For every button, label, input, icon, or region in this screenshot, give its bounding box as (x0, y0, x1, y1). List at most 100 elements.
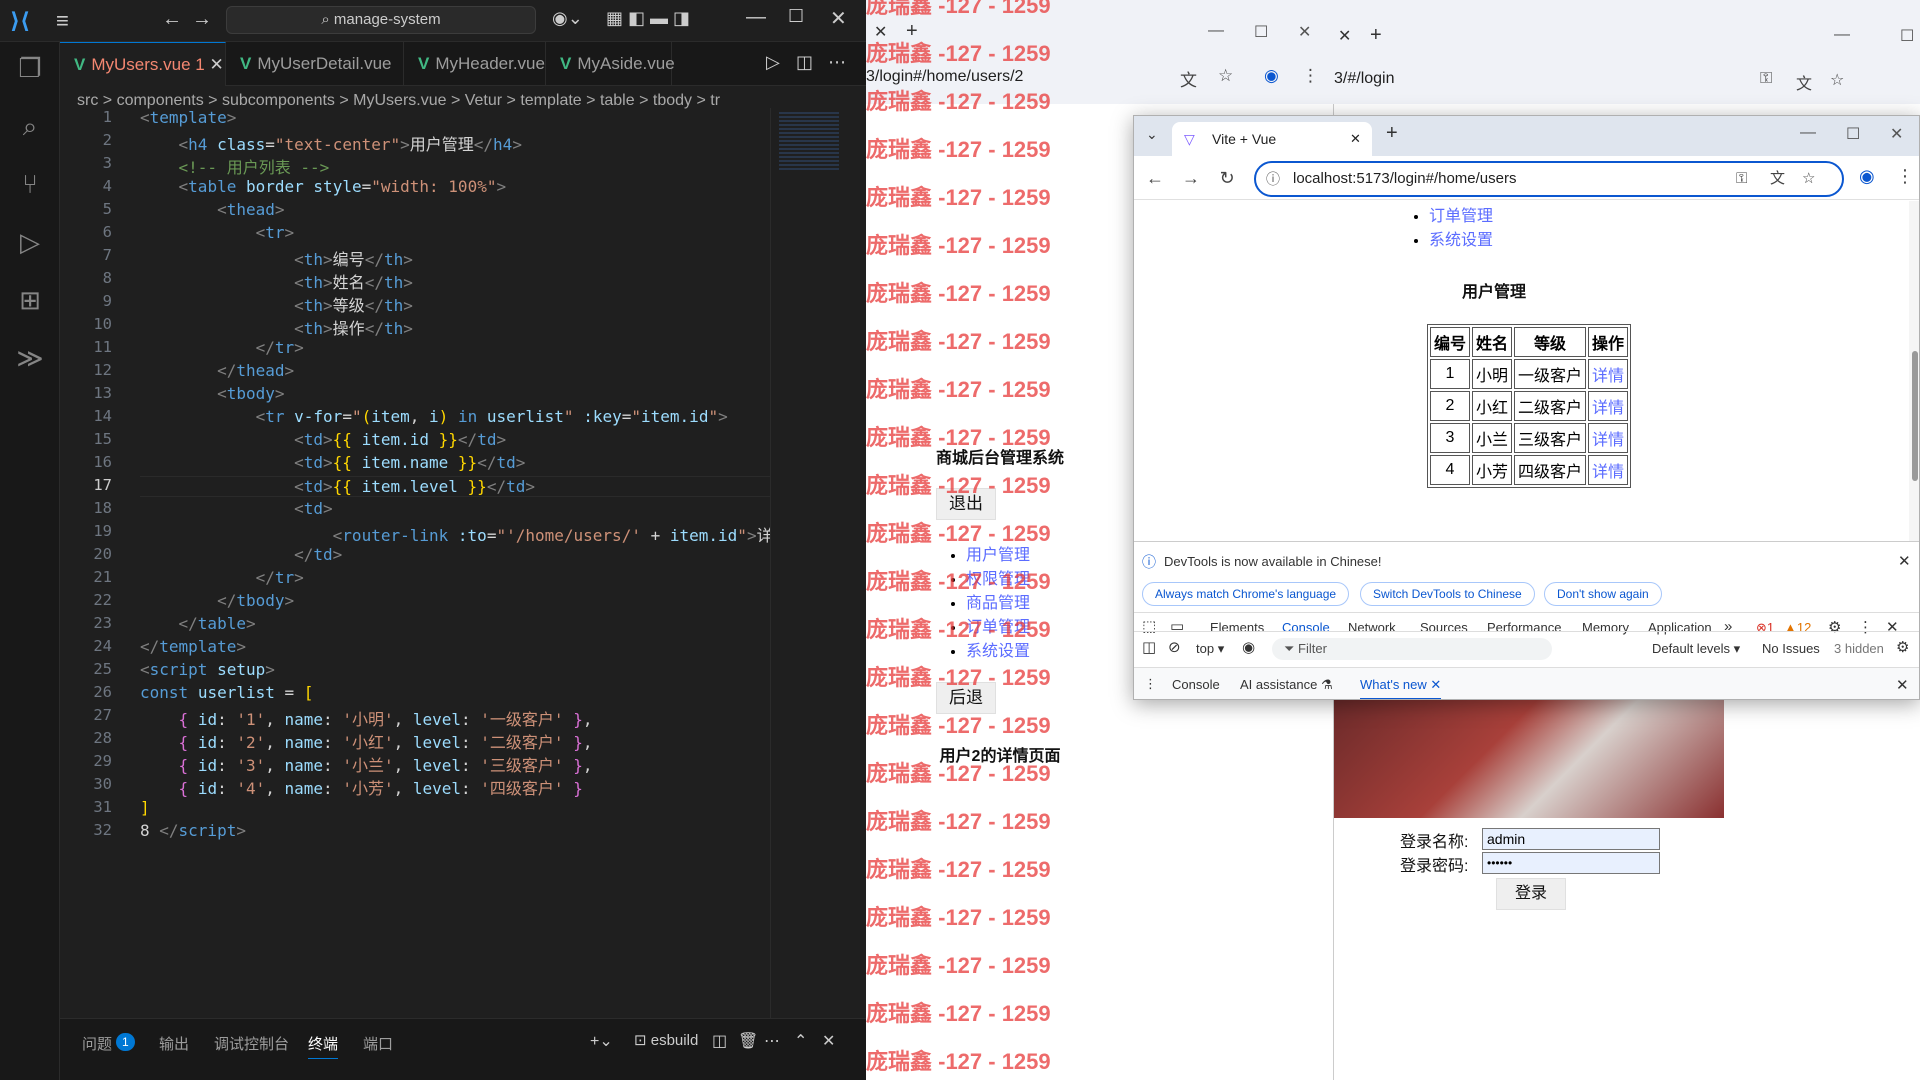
devtools-tab-elements[interactable]: Elements (1210, 620, 1264, 635)
more-icon[interactable]: ⋯ (828, 52, 846, 73)
menu-icon[interactable]: ≡ (56, 8, 69, 34)
context-selector[interactable]: top ▾ (1196, 641, 1224, 657)
devtools-tab-memory[interactable]: Memory (1582, 620, 1629, 635)
search-icon[interactable]: ⌕ (12, 108, 48, 144)
explorer-icon[interactable]: ❐ (12, 50, 48, 86)
panel-tab-problems[interactable]: 问题 (82, 1033, 112, 1054)
forward-icon[interactable]: → (1178, 168, 1204, 189)
devtools-tab-performance[interactable]: Performance (1487, 620, 1561, 635)
close-tab-icon[interactable]: ✕ (1430, 677, 1441, 692)
dont-show-button[interactable]: Don't show again (1544, 582, 1662, 606)
close-icon[interactable]: ✕ (1890, 124, 1903, 144)
sidebar-toggle-icon[interactable]: ◫ (1142, 638, 1156, 656)
maximize-icon[interactable]: ☐ (788, 6, 804, 27)
devtools-tab-network[interactable]: Network (1348, 620, 1396, 635)
split-editor-icon[interactable]: ◫ (796, 52, 813, 73)
remote-icon[interactable]: ≫ (12, 340, 48, 376)
close-panel-icon[interactable]: ✕ (822, 1031, 835, 1051)
devtools-tab-application[interactable]: Application (1648, 620, 1712, 635)
star-icon[interactable]: ☆ (1802, 163, 1815, 195)
close-icon[interactable]: ✕ (830, 6, 847, 31)
login-button[interactable]: 登录 (1496, 878, 1566, 910)
forward-icon[interactable]: → (192, 8, 212, 31)
panel-tab-output[interactable]: 输出 (159, 1033, 189, 1054)
address-bar[interactable]: ⓘ localhost:5173/login#/home/users ⚿ 文 ☆ (1254, 161, 1844, 197)
layout-icon[interactable]: ▦ ◧ ▬ ◨ (606, 8, 690, 29)
device-toolbar-icon[interactable]: ▭ (1170, 617, 1184, 635)
minimize-icon[interactable]: — (1834, 26, 1850, 44)
new-tab-icon[interactable]: + (1370, 24, 1382, 47)
minimize-icon[interactable]: — (1208, 22, 1224, 40)
new-tab-icon[interactable]: + (1386, 122, 1398, 145)
devtools-tab-sources[interactable]: Sources (1420, 620, 1468, 635)
reload-icon[interactable]: ↻ (1214, 168, 1240, 189)
more-tabs-icon[interactable]: » (1724, 618, 1732, 635)
run-debug-icon[interactable]: ▷ (12, 224, 48, 260)
page-scrollbar[interactable] (1909, 201, 1919, 541)
trash-icon[interactable]: 🗑 (738, 1031, 758, 1051)
address-bar[interactable]: 3/#/login (1334, 70, 1395, 88)
login-password-input[interactable]: •••••• (1482, 852, 1660, 874)
devtools-menu-icon[interactable]: ⋮ (1858, 618, 1873, 636)
login-name-input[interactable]: admin (1482, 828, 1660, 850)
switch-chinese-button[interactable]: Switch DevTools to Chinese (1360, 582, 1535, 606)
maximize-panel-icon[interactable]: ⌃ (794, 1031, 807, 1051)
extensions-icon[interactable]: ⊞ (12, 282, 48, 318)
detail-link[interactable]: 详情 (1588, 359, 1629, 389)
drawer-tab-ai[interactable]: AI assistance ⚗ (1240, 677, 1333, 693)
maximize-icon[interactable]: ☐ (1900, 26, 1914, 46)
clear-console-icon[interactable]: ⊘ (1168, 638, 1181, 656)
tab-myusers[interactable]: V MyUsers.vue 1 ✕ (60, 42, 226, 86)
minimap[interactable] (770, 108, 850, 1028)
scrollbar-thumb[interactable] (1912, 351, 1918, 481)
detail-link[interactable]: 详情 (1588, 455, 1629, 485)
tab-myheader[interactable]: V MyHeader.vue (404, 42, 546, 86)
close-tab-icon[interactable]: ✕ (1338, 26, 1351, 46)
tab-myaside[interactable]: V MyAside.vue (546, 42, 675, 86)
panel-tab-ports[interactable]: 端口 (363, 1033, 393, 1054)
settings-gear-icon[interactable]: ⚙ (1828, 618, 1841, 636)
run-icon[interactable]: ▷ (766, 52, 780, 73)
detail-link[interactable]: 详情 (1588, 423, 1629, 453)
tab-myuserdetail[interactable]: V MyUserDetail.vue (226, 42, 404, 86)
eye-icon[interactable]: ◉ (1242, 638, 1255, 656)
source-control-icon[interactable]: ⑂ (12, 166, 48, 202)
back-icon[interactable]: ← (162, 8, 182, 31)
close-icon[interactable]: ✕ (1298, 22, 1311, 42)
panel-tab-terminal[interactable]: 终端 (308, 1033, 339, 1059)
detail-link[interactable]: 详情 (1588, 391, 1629, 421)
split-terminal-icon[interactable]: ◫ (712, 1031, 727, 1051)
minimize-icon[interactable]: — (746, 6, 766, 29)
add-terminal-icon[interactable]: +⌄ (590, 1031, 613, 1051)
kebab-menu-icon[interactable]: ⋮ (1896, 166, 1914, 187)
close-notice-icon[interactable]: ✕ (1898, 552, 1911, 570)
menu-link[interactable]: 系统设置 (1429, 232, 1493, 249)
tab-search-icon[interactable]: ⌄ (1146, 126, 1158, 143)
more-icon[interactable]: ⋯ (764, 1031, 780, 1051)
back-icon[interactable]: ← (1142, 168, 1168, 189)
drawer-menu-icon[interactable]: ⋮ (1144, 676, 1157, 692)
command-center-search[interactable]: ⌕ manage-system (226, 6, 536, 34)
menu-item-settings[interactable]: 系统设置 (1429, 229, 1493, 253)
profile-icon[interactable]: ◉ (1264, 66, 1279, 86)
menu-link[interactable]: 订单管理 (1429, 208, 1493, 225)
close-drawer-icon[interactable]: ✕ (1896, 676, 1909, 694)
browser-tab[interactable]: ▽ Vite + Vue ✕ (1172, 122, 1372, 156)
terminal-selector[interactable]: ⊡ esbuild (634, 1031, 698, 1049)
menu-item-orders[interactable]: 订单管理 (1429, 205, 1493, 229)
match-language-button[interactable]: Always match Chrome's language (1142, 582, 1350, 606)
translate-icon[interactable]: 文 (1796, 70, 1812, 94)
maximize-icon[interactable]: ☐ (1846, 124, 1860, 144)
close-tab-icon[interactable]: ✕ (1350, 122, 1361, 156)
copilot-icon[interactable]: ◉⌄ (552, 8, 583, 29)
kebab-menu-icon[interactable]: ⋮ (1302, 66, 1319, 86)
close-tab-icon[interactable]: ✕ (209, 55, 223, 74)
key-icon[interactable]: ⚿ (1736, 163, 1747, 195)
profile-icon[interactable]: ◉ (1859, 166, 1875, 187)
star-icon[interactable]: ☆ (1218, 66, 1233, 86)
maximize-icon[interactable]: ☐ (1254, 22, 1268, 42)
translate-icon[interactable]: 文 (1770, 163, 1785, 195)
levels-dropdown[interactable]: Default levels ▾ (1652, 641, 1740, 657)
warning-count[interactable]: ▲12 (1784, 620, 1811, 635)
close-devtools-icon[interactable]: ✕ (1886, 618, 1899, 636)
